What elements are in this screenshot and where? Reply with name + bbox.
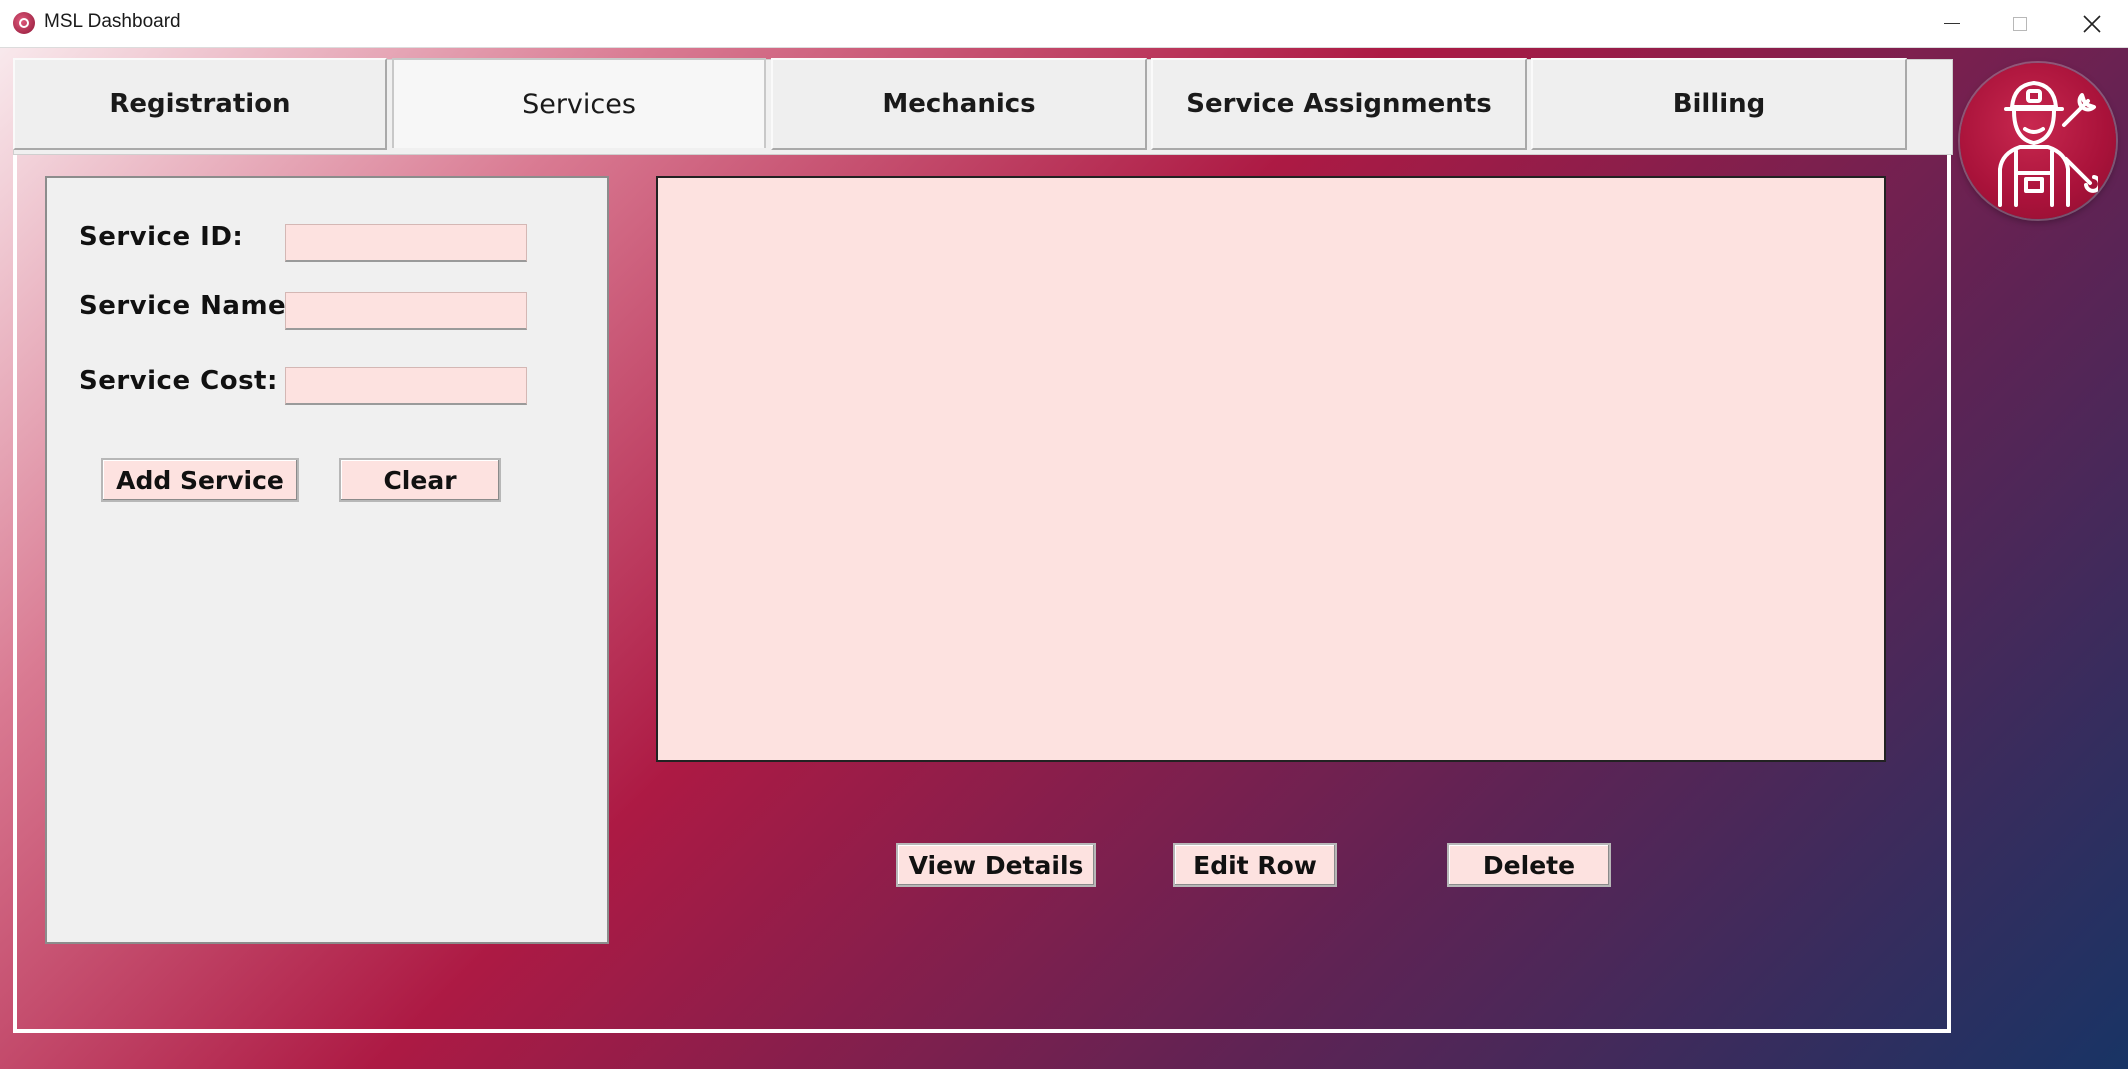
minimize-icon bbox=[1944, 22, 1960, 25]
service-name-label: Service Name: bbox=[79, 291, 298, 321]
close-icon bbox=[2083, 14, 2101, 33]
minimize-button[interactable] bbox=[1918, 0, 1986, 47]
maximize-icon bbox=[2013, 16, 2027, 31]
service-form-panel: Service ID: Service Name: Service Cost: … bbox=[45, 176, 609, 944]
add-service-button[interactable]: Add Service bbox=[101, 458, 299, 502]
tab-billing[interactable]: Billing bbox=[1531, 58, 1907, 150]
service-name-input[interactable] bbox=[285, 292, 527, 330]
clear-button[interactable]: Clear bbox=[339, 458, 501, 502]
title-bar: MSL Dashboard bbox=[0, 0, 2128, 48]
service-id-label: Service ID: bbox=[79, 222, 244, 252]
tab-mechanics[interactable]: Mechanics bbox=[771, 58, 1147, 150]
tab-service-assignments[interactable]: Service Assignments bbox=[1151, 58, 1527, 150]
window-title: MSL Dashboard bbox=[44, 11, 181, 32]
delete-button[interactable]: Delete bbox=[1447, 843, 1611, 887]
app-logo-icon bbox=[13, 12, 35, 34]
close-button[interactable] bbox=[2058, 0, 2126, 47]
service-cost-label: Service Cost: bbox=[79, 366, 278, 396]
services-list[interactable] bbox=[656, 176, 1886, 762]
tab-services[interactable]: Services bbox=[392, 58, 766, 148]
service-cost-input[interactable] bbox=[285, 367, 527, 405]
maximize-button[interactable] bbox=[1986, 0, 2054, 47]
mechanic-logo bbox=[1960, 63, 2116, 219]
tab-registration[interactable]: Registration bbox=[13, 58, 387, 150]
mechanic-icon bbox=[1998, 81, 2098, 207]
edit-row-button[interactable]: Edit Row bbox=[1173, 843, 1337, 887]
service-id-input[interactable] bbox=[285, 224, 527, 262]
view-details-button[interactable]: View Details bbox=[896, 843, 1096, 887]
